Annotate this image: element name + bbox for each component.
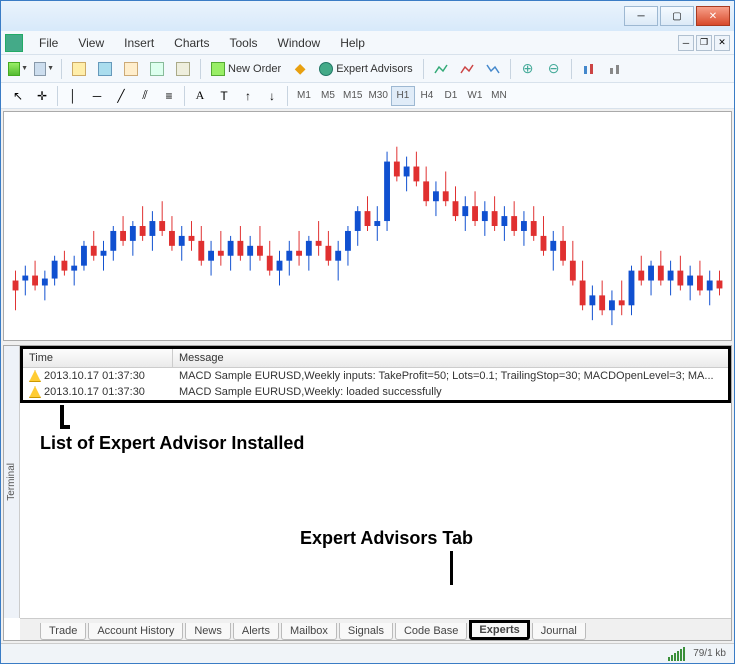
mdi-restore-button[interactable]: ❐ [696,35,712,51]
tab-trade[interactable]: Trade [40,623,86,640]
channel-button[interactable]: ⫽ [134,85,156,107]
menu-tools[interactable]: Tools [220,34,268,52]
annotation-tab-label: Expert Advisors Tab [300,528,473,549]
timeframe-m30-button[interactable]: M30 [365,86,390,106]
main-toolbar: ▼ ▼ New Order ◆ Expert Advisors ⊕ ⊖ [1,55,734,83]
arrow-down-icon-button[interactable]: ↓ [261,85,283,107]
market-watch-button[interactable] [68,58,90,80]
terminal-panel: Terminal Time Message 2013.10.17 01:37:3… [3,345,732,641]
terminal-side-label: Terminal [4,346,20,618]
statusbar: 79/1 kb [1,643,734,663]
candlestick-chart [4,112,731,340]
tab-account-history[interactable]: Account History [88,623,183,640]
chart-area[interactable] [3,111,732,341]
menu-view[interactable]: View [68,34,114,52]
tab-signals[interactable]: Signals [339,623,393,640]
annotation-connector-icon [450,551,453,585]
experts-log-section: Time Message 2013.10.17 01:37:30 MACD Sam… [20,346,731,403]
tab-journal[interactable]: Journal [532,623,586,640]
terminal-button[interactable] [146,58,168,80]
terminal-body: List of Expert Advisor Installed Expert … [20,403,731,618]
mdi-minimize-button[interactable]: ─ [678,35,694,51]
indicator3-button[interactable] [482,58,504,80]
timeframe-mn-button[interactable]: MN [487,86,511,106]
tab-news[interactable]: News [185,623,231,640]
expert-advisors-button[interactable]: Expert Advisors [315,62,416,76]
zoom-out-button[interactable]: ⊖ [543,58,565,80]
metaquotes-button[interactable]: ◆ [289,58,311,80]
menu-charts[interactable]: Charts [164,34,219,52]
log-row[interactable]: 2013.10.17 01:37:30 MACD Sample EURUSD,We… [23,368,728,384]
warning-icon [29,386,41,398]
tab-alerts[interactable]: Alerts [233,623,279,640]
log-time: 2013.10.17 01:37:30 [44,370,145,382]
mdi-chart-icon [5,34,23,52]
new-chart-button[interactable]: ▼ [7,58,29,80]
indicator1-button[interactable] [430,58,452,80]
connection-bars-icon [668,647,685,661]
menu-file[interactable]: File [29,34,68,52]
annotation-list-label: List of Expert Advisor Installed [40,433,304,454]
timeframe-m15-button[interactable]: M15 [340,86,365,106]
timeframe-w1-button[interactable]: W1 [463,86,487,106]
log-message: MACD Sample EURUSD,Weekly inputs: TakePr… [173,368,728,384]
zoom-in-button[interactable]: ⊕ [517,58,539,80]
tab-mailbox[interactable]: Mailbox [281,623,337,640]
chart-type2-button[interactable] [604,58,626,80]
tab-code-base[interactable]: Code Base [395,623,467,640]
drawing-toolbar: ↖ ✛ │ ─ ╱ ⫽ ≡ A T ↑ ↓ M1M5M15M30H1H4D1W1… [1,83,734,109]
text-button[interactable]: T [213,85,235,107]
crosshair-button[interactable]: ✛ [31,85,53,107]
log-header-message[interactable]: Message [173,349,728,367]
log-header-time[interactable]: Time [23,349,173,367]
menu-insert[interactable]: Insert [114,34,164,52]
vertical-line-button[interactable]: │ [62,85,84,107]
menu-help[interactable]: Help [330,34,375,52]
new-order-button[interactable]: New Order [207,62,285,76]
cursor-button[interactable]: ↖ [7,85,29,107]
navigator-button[interactable] [120,58,142,80]
minimize-button[interactable]: ─ [624,6,658,26]
data-window-button[interactable] [94,58,116,80]
log-header: Time Message [23,349,728,368]
timeframe-d1-button[interactable]: D1 [439,86,463,106]
annotation-bracket-icon [60,405,70,429]
horizontal-line-button[interactable]: ─ [86,85,108,107]
log-time: 2013.10.17 01:37:30 [44,386,145,398]
log-message: MACD Sample EURUSD,Weekly: loaded succes… [173,384,728,400]
timeframe-m5-button[interactable]: M5 [316,86,340,106]
indicator2-button[interactable] [456,58,478,80]
close-button[interactable]: ✕ [696,6,730,26]
log-row[interactable]: 2013.10.17 01:37:30 MACD Sample EURUSD,We… [23,384,728,400]
tab-experts[interactable]: Experts [469,620,529,640]
maximize-button[interactable]: ▢ [660,6,694,26]
tester-button[interactable] [172,58,194,80]
titlebar: ─ ▢ ✕ [1,1,734,31]
timeframe-h1-button[interactable]: H1 [391,86,415,106]
trendline-button[interactable]: ╱ [110,85,132,107]
mdi-close-button[interactable]: ✕ [714,35,730,51]
text-label-button[interactable]: A [189,85,211,107]
warning-icon [29,370,41,382]
chart-type-button[interactable] [578,58,600,80]
app-window: ─ ▢ ✕ FileViewInsertChartsToolsWindowHel… [0,0,735,664]
menu-window[interactable]: Window [268,34,331,52]
arrow-up-icon-button[interactable]: ↑ [237,85,259,107]
timeframe-h4-button[interactable]: H4 [415,86,439,106]
terminal-tabs: TradeAccount HistoryNewsAlertsMailboxSig… [20,618,731,640]
timeframe-m1-button[interactable]: M1 [292,86,316,106]
menubar: FileViewInsertChartsToolsWindowHelp ─ ❐ … [1,31,734,55]
transfer-status: 79/1 kb [693,648,726,659]
fibonacci-button[interactable]: ≡ [158,85,180,107]
profiles-button[interactable]: ▼ [33,58,55,80]
